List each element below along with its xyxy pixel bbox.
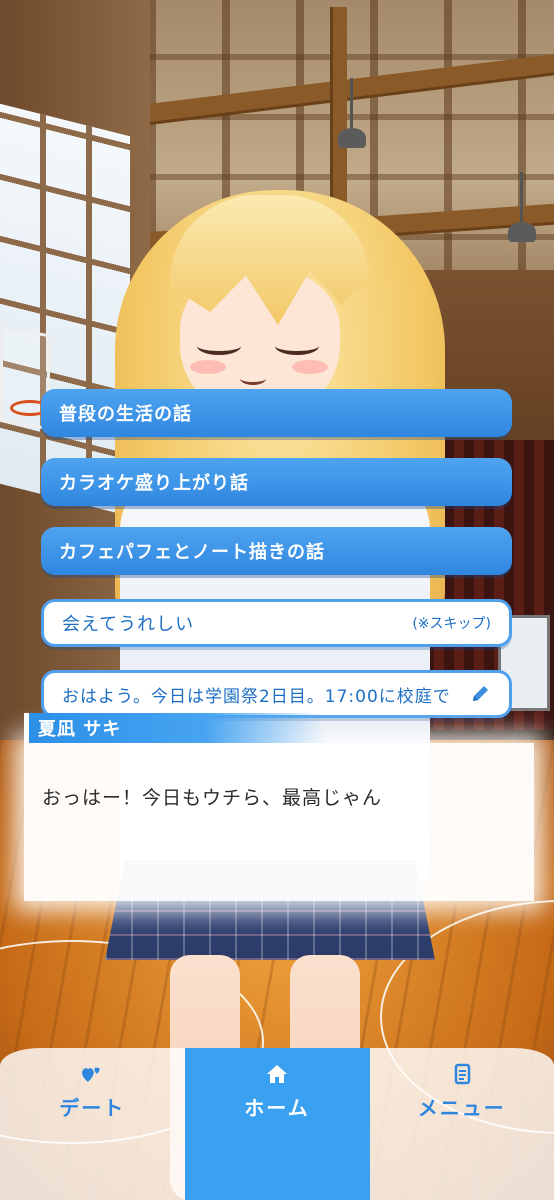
choice-custom-message[interactable]: おはよう。今日は学園祭2日目。17:00に校庭で	[41, 670, 512, 718]
nav-date[interactable]: デート	[0, 1048, 185, 1200]
dialog-text: おっはー！今日もウチら、最高じゃん	[42, 787, 383, 809]
skip-note: (※スキップ)	[412, 616, 491, 632]
character-eye-left	[197, 337, 241, 355]
dialog-box[interactable]: おっはー！今日もウチら、最高じゃん	[24, 743, 534, 901]
choice-glad-to-meet[interactable]: 会えてうれしい (※スキップ)	[41, 599, 512, 647]
nav-menu[interactable]: メニュー	[369, 1048, 554, 1200]
choice-cafe-parfait[interactable]: カフェパフェとノート描きの話	[41, 527, 512, 575]
choice-label: おはよう。今日は学園祭2日目。17:00に校庭で	[62, 686, 451, 707]
nav-home[interactable]: ホーム	[184, 1048, 370, 1200]
character-eye-right	[275, 337, 319, 355]
choice-karaoke[interactable]: カラオケ盛り上がり話	[41, 458, 512, 506]
nav-label: ホーム	[244, 1096, 310, 1120]
character-blush	[190, 360, 226, 374]
choice-daily-life[interactable]: 普段の生活の話	[41, 389, 512, 437]
character-mouth	[240, 372, 266, 385]
nav-label: デート	[59, 1096, 126, 1120]
character-blush	[292, 360, 328, 374]
choice-label: カラオケ盛り上がり話	[59, 473, 249, 494]
speaker-name: 夏凪 サキ	[38, 719, 122, 740]
nav-label: メニュー	[417, 1096, 506, 1120]
choice-label: 会えてうれしい	[62, 614, 195, 635]
home-icon	[265, 1062, 289, 1086]
choice-label: 普段の生活の話	[59, 404, 192, 425]
choice-label: カフェパフェとノート描きの話	[59, 542, 325, 563]
hearts-icon	[80, 1062, 104, 1086]
speaker-name-tag: 夏凪 サキ	[24, 713, 324, 743]
pencil-icon[interactable]	[469, 683, 491, 705]
bottom-nav: デート ホーム メニュー	[0, 1048, 554, 1200]
menu-list-icon	[450, 1062, 474, 1086]
